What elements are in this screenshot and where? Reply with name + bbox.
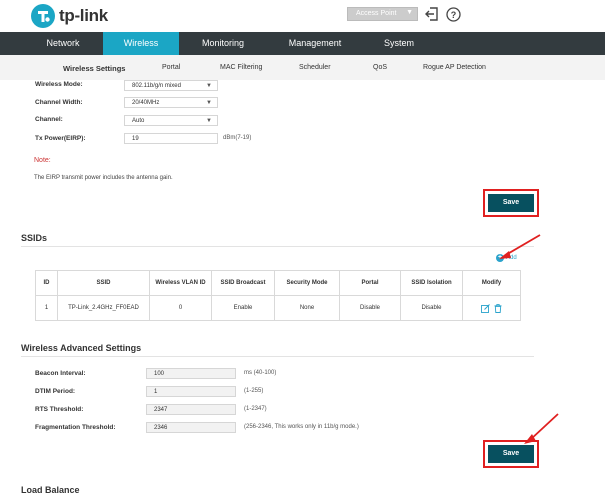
rts-threshold-input[interactable]: 2347 (146, 404, 236, 415)
tx-power-label: Tx Power(EIRP): (35, 135, 86, 142)
rts-threshold-label: RTS Threshold: (35, 406, 84, 413)
help-button[interactable]: ? (445, 6, 461, 22)
note-text: The EIRP transmit power includes the ant… (34, 175, 173, 181)
save-highlight-box: Save (483, 189, 539, 217)
cell-ssid: TP-Link_2.4GHz_FF0EAD (57, 295, 150, 321)
note-title: Note: (34, 157, 51, 164)
col-portal: Portal (339, 270, 401, 296)
tab-qos[interactable]: QoS (373, 64, 387, 71)
col-ssid: SSID (57, 270, 150, 296)
channel-label: Channel: (35, 116, 63, 123)
svg-text:?: ? (450, 10, 456, 20)
wireless-mode-select[interactable]: 802.11b/g/n mixed ▼ (124, 80, 218, 91)
fragmentation-threshold-hint: (256-2346, This works only in 11b/g mode… (244, 424, 359, 430)
nav-management[interactable]: Management (276, 32, 354, 55)
tab-mac-filtering[interactable]: MAC Filtering (220, 64, 262, 71)
tab-wireless-settings[interactable]: Wireless Settings (63, 64, 125, 73)
plus-icon: + (496, 254, 504, 262)
cell-broadcast: Enable (211, 295, 275, 321)
channel-value: Auto (132, 118, 145, 124)
cell-isolation: Disable (400, 295, 463, 321)
rts-threshold-hint: (1-2347) (244, 406, 267, 412)
tx-power-input[interactable]: 19 (124, 133, 218, 144)
cell-vlan: 0 (149, 295, 212, 321)
wireless-mode-label: Wireless Mode: (35, 81, 83, 88)
cell-id: 1 (35, 295, 58, 321)
ssids-section-title: SSIDs (21, 233, 48, 243)
trash-icon[interactable] (494, 303, 502, 313)
logout-button[interactable] (424, 6, 440, 22)
main-nav: Network Wireless Monitoring Management S… (0, 32, 605, 55)
load-balance-section-title: Load Balance (21, 485, 80, 495)
channel-width-select[interactable]: 20/40MHz ▼ (124, 97, 218, 108)
table-header-row: ID SSID Wireless VLAN ID SSID Broadcast … (35, 270, 521, 296)
advanced-section-title: Wireless Advanced Settings (21, 343, 142, 353)
tp-link-logo-icon (31, 4, 55, 28)
channel-width-value: 20/40MHz (132, 100, 160, 106)
col-modify: Modify (462, 270, 521, 296)
col-vlan: Wireless VLAN ID (149, 270, 212, 296)
save-advanced-button[interactable]: Save (488, 445, 534, 463)
tp-link-logo: tp-link (30, 3, 108, 29)
dtim-period-hint: (1-255) (244, 388, 264, 394)
mode-select-value: Access Point (356, 10, 397, 17)
ssid-table: ID SSID Wireless VLAN ID SSID Broadcast … (35, 270, 521, 321)
channel-width-label: Channel Width: (35, 99, 83, 106)
nav-monitoring[interactable]: Monitoring (188, 32, 258, 55)
tab-portal[interactable]: Portal (162, 64, 180, 71)
add-ssid-button[interactable]: + Add (496, 254, 517, 262)
top-header: tp-link Access Point ▼ ? (0, 0, 605, 32)
channel-select[interactable]: Auto ▼ (124, 115, 218, 126)
tab-scheduler[interactable]: Scheduler (299, 64, 331, 71)
add-label: Add (506, 255, 517, 261)
beacon-interval-input[interactable]: 100 (146, 368, 236, 379)
nav-wireless[interactable]: Wireless (103, 32, 179, 55)
cell-portal: Disable (339, 295, 401, 321)
col-isolation: SSID Isolation (400, 270, 463, 296)
col-security: Security Mode (274, 270, 340, 296)
save-highlight-box-advanced: Save (483, 440, 539, 468)
dtim-period-input[interactable]: 1 (146, 386, 236, 397)
nav-network[interactable]: Network (32, 32, 94, 55)
edit-icon[interactable] (480, 303, 490, 313)
col-id: ID (35, 270, 58, 296)
chevron-down-icon: ▼ (206, 100, 212, 106)
help-icon: ? (445, 6, 461, 22)
col-broadcast: SSID Broadcast (211, 270, 275, 296)
cell-security: None (274, 295, 340, 321)
nav-system[interactable]: System (370, 32, 428, 55)
cell-modify (462, 295, 521, 321)
ssids-divider (21, 246, 534, 247)
sub-nav: Wireless Settings Portal MAC Filtering S… (0, 55, 605, 80)
chevron-down-icon: ▼ (406, 9, 413, 16)
fragmentation-threshold-label: Fragmentation Threshold: (35, 424, 116, 431)
beacon-interval-hint: ms (40-100) (244, 370, 277, 376)
fragmentation-threshold-input[interactable]: 2346 (146, 422, 236, 433)
tab-rogue-ap-detection[interactable]: Rogue AP Detection (423, 64, 486, 71)
advanced-divider (21, 356, 534, 357)
dtim-period-label: DTIM Period: (35, 388, 76, 395)
wireless-mode-value: 802.11b/g/n mixed (132, 83, 181, 89)
table-row: 1 TP-Link_2.4GHz_FF0EAD 0 Enable None Di… (35, 295, 521, 321)
chevron-down-icon: ▼ (206, 118, 212, 124)
beacon-interval-label: Beacon Interval: (35, 370, 86, 377)
tx-power-hint: dBm(7-19) (223, 135, 252, 141)
save-button[interactable]: Save (488, 194, 534, 212)
chevron-down-icon: ▼ (206, 83, 212, 89)
mode-select[interactable]: Access Point ▼ (347, 7, 418, 21)
brand-text: tp-link (59, 6, 108, 25)
logout-icon (425, 7, 438, 21)
